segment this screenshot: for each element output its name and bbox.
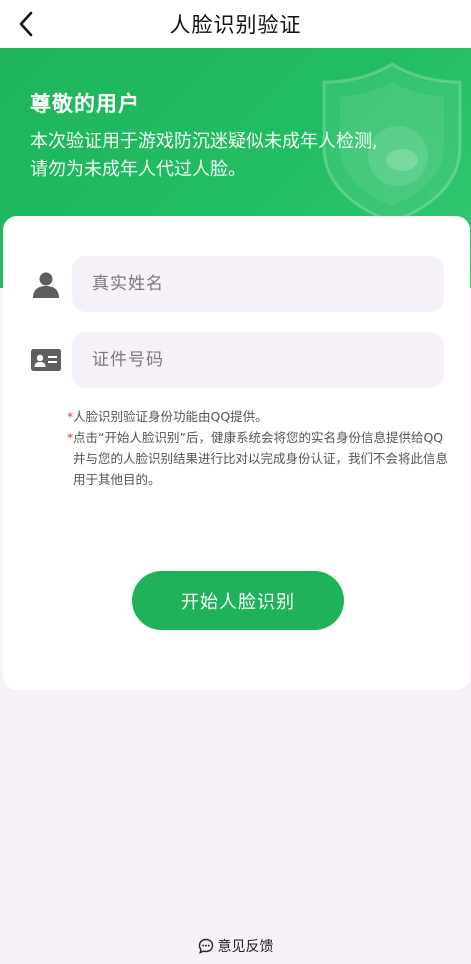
navbar: 人脸识别验证 (0, 0, 471, 48)
real-name-input[interactable] (72, 256, 444, 312)
banner-line-2: 请勿为未成年人代过人脸。 (30, 159, 246, 180)
required-marker: * (67, 430, 74, 445)
banner-line-1: 本次验证用于游戏防沉迷疑似未成年人检测, (30, 131, 378, 152)
page-title: 人脸识别验证 (169, 13, 302, 37)
back-button[interactable] (6, 4, 46, 44)
start-face-recognition-button[interactable]: 开始人脸识别 (132, 571, 344, 630)
notice-text: 点击“开始人脸识别”后，健康系统会将您的实名身份信息提供给QQ并与您的人脸识别结… (73, 430, 449, 487)
verification-card: * 人脸识别验证身份功能由QQ提供。 * 点击“开始人脸识别”后，健康系统会将您… (3, 216, 470, 690)
id-card-icon (29, 344, 63, 376)
greeting-heading: 尊敬的用户 (30, 92, 140, 116)
notice-item: * 人脸识别验证身份功能由QQ提供。 (67, 406, 453, 427)
notice-list: * 人脸识别验证身份功能由QQ提供。 * 点击“开始人脸识别”后，健康系统会将您… (67, 406, 453, 490)
chat-bubble-icon (198, 938, 214, 954)
chevron-left-icon (19, 11, 33, 37)
notice-text: 人脸识别验证身份功能由QQ提供。 (73, 409, 268, 424)
notice-item: * 点击“开始人脸识别”后，健康系统会将您的实名身份信息提供给QQ并与您的人脸识… (67, 427, 453, 490)
id-number-input[interactable] (72, 332, 444, 388)
banner-description: 本次验证用于游戏防沉迷疑似未成年人检测, 请勿为未成年人代过人脸。 (30, 128, 440, 184)
id-field-row (3, 332, 470, 388)
name-field-row (3, 256, 470, 312)
required-marker: * (67, 409, 74, 424)
face-verify-page: 人脸识别验证 尊敬的用户 本次验证用于游戏防沉迷疑似未成年人检测, 请勿为未成年… (0, 0, 471, 964)
feedback-label: 意见反馈 (217, 939, 274, 955)
feedback-link[interactable]: 意见反馈 (0, 934, 471, 958)
person-icon (29, 268, 63, 300)
